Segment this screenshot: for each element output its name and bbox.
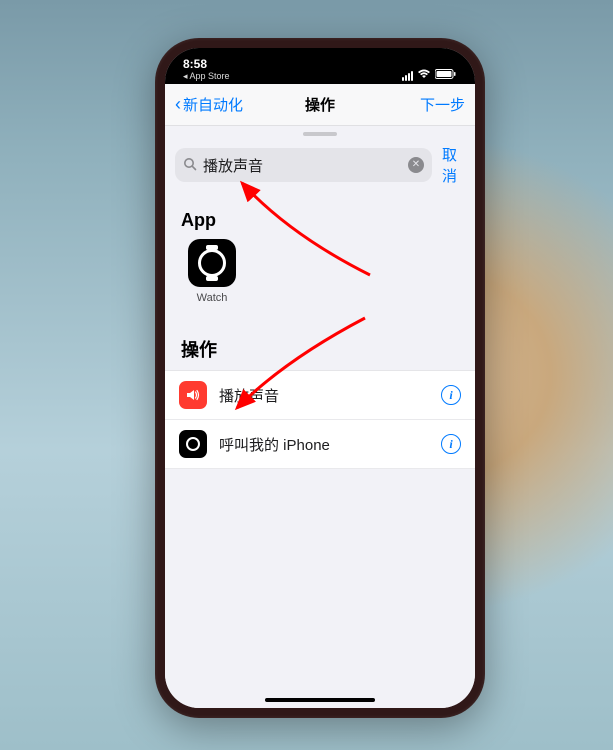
info-icon[interactable]: i [441, 385, 461, 405]
clear-icon[interactable]: ✕ [408, 157, 424, 173]
action-list: 播放声音 i 呼叫我的 iPhone i [165, 370, 475, 469]
back-button[interactable]: ‹ 新自动化 [175, 94, 243, 115]
back-label: 新自动化 [183, 94, 243, 115]
app-grid: Watch [165, 239, 475, 322]
notch [250, 48, 390, 72]
search-field[interactable]: ✕ [175, 148, 432, 182]
action-label: 呼叫我的 iPhone [219, 434, 429, 455]
action-play-sound[interactable]: 播放声音 i [165, 371, 475, 420]
cellular-signal-icon [402, 71, 413, 81]
sheet-grabber[interactable] [303, 132, 337, 136]
watch-icon [179, 430, 207, 458]
search-row: ✕ 取消 [165, 140, 475, 196]
page-title: 操作 [305, 94, 335, 115]
apps-section-header: App [165, 196, 475, 239]
info-icon[interactable]: i [441, 434, 461, 454]
nav-bar: ‹ 新自动化 操作 下一步 [165, 84, 475, 126]
phone-screen: 8:58 ◂ App Store ‹ 新自动化 操作 下一步 [165, 48, 475, 708]
chevron-left-icon: ‹ [175, 94, 181, 115]
wifi-icon [417, 69, 431, 82]
results-content: App Watch 操作 播放声音 i [165, 196, 475, 708]
battery-icon [435, 69, 457, 82]
next-button[interactable]: 下一步 [420, 94, 465, 115]
app-label: Watch [181, 292, 243, 304]
action-label: 播放声音 [219, 385, 429, 406]
actions-section-header: 操作 [165, 322, 475, 370]
home-indicator[interactable] [265, 698, 375, 702]
search-input[interactable] [203, 157, 402, 174]
speaker-icon [179, 381, 207, 409]
search-icon [183, 157, 197, 174]
status-time: 8:58 [183, 58, 230, 71]
phone-frame: 8:58 ◂ App Store ‹ 新自动化 操作 下一步 [155, 38, 485, 718]
watch-app-icon [188, 239, 236, 287]
back-to-app-label[interactable]: ◂ App Store [183, 72, 230, 82]
app-watch[interactable]: Watch [181, 239, 243, 304]
action-ping-iphone[interactable]: 呼叫我的 iPhone i [165, 420, 475, 469]
cancel-button[interactable]: 取消 [442, 144, 465, 186]
